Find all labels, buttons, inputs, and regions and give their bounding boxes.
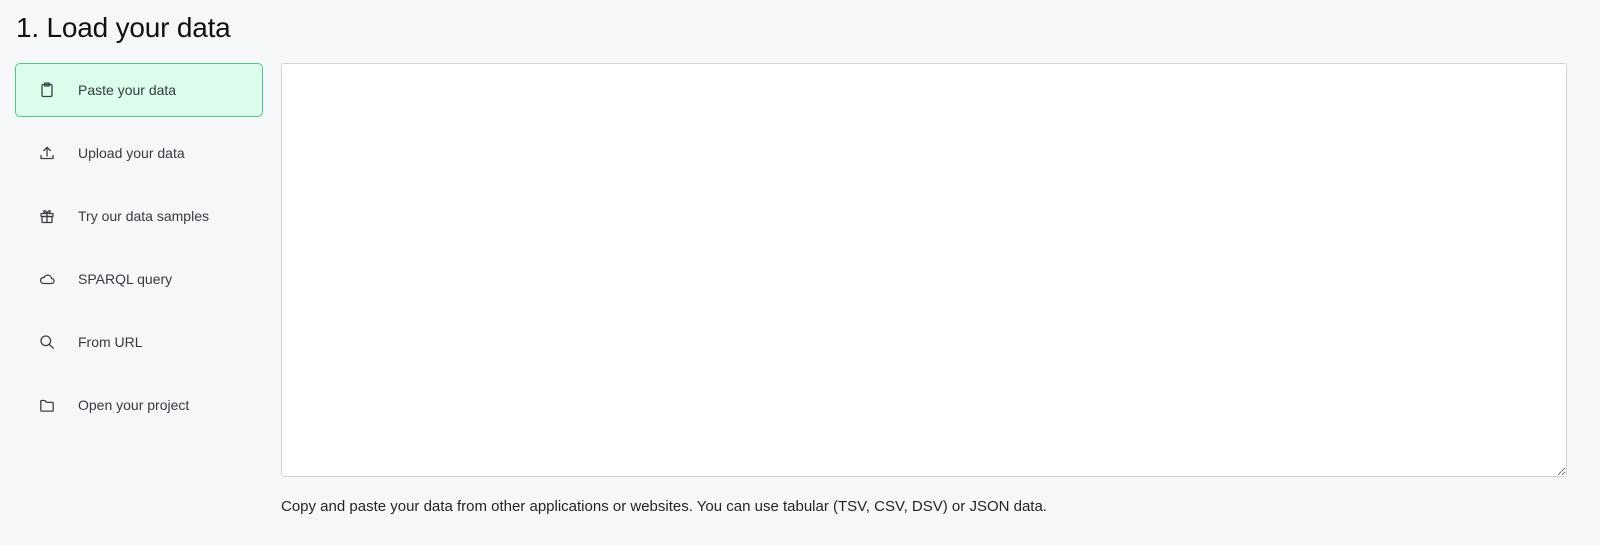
sidebar-item-paste[interactable]: Paste your data — [15, 63, 263, 117]
paste-data-textarea[interactable] — [281, 63, 1567, 477]
search-icon — [38, 333, 56, 351]
sidebar-item-label: Open your project — [78, 397, 190, 413]
sidebar-item-project[interactable]: Open your project — [15, 378, 263, 432]
page-title: 1. Load your data — [16, 12, 231, 43]
paste-help-text: Copy and paste your data from other appl… — [281, 498, 1047, 515]
gift-icon — [38, 207, 56, 225]
clipboard-icon — [38, 81, 56, 99]
sidebar-item-label: Paste your data — [78, 82, 177, 98]
sidebar-item-label: SPARQL query — [78, 271, 173, 287]
sidebar-item-sparql[interactable]: SPARQL query — [15, 252, 263, 306]
sidebar-item-url[interactable]: From URL — [15, 315, 263, 369]
cloud-icon — [38, 270, 56, 288]
folder-icon — [38, 396, 56, 414]
sidebar-item-upload[interactable]: Upload your data — [15, 126, 263, 180]
sidebar-item-label: Try our data samples — [78, 208, 209, 224]
sidebar-item-label: From URL — [78, 334, 143, 350]
load-data-page: 1. Load your data Paste your data Upload… — [0, 0, 1600, 545]
sidebar-item-samples[interactable]: Try our data samples — [15, 189, 263, 243]
sidebar-item-label: Upload your data — [78, 145, 185, 161]
data-source-sidebar: Paste your data Upload your data Try our… — [15, 63, 263, 441]
upload-icon — [38, 144, 56, 162]
